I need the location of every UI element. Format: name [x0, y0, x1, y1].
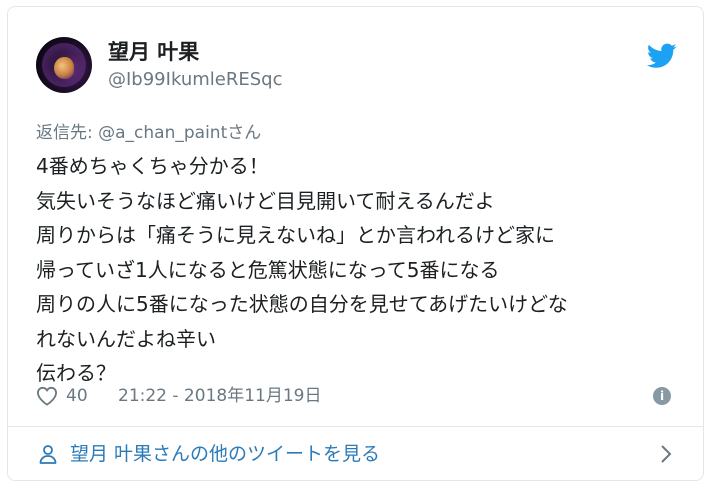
- person-icon: [39, 445, 57, 464]
- tweet-header: 望月 叶果 @Ib99IkumleRESqc: [36, 35, 683, 95]
- chevron-right-icon[interactable]: [659, 444, 673, 464]
- tweet-text: 4番めちゃくちゃ分かる！ 気失いそうなほど痛いけど目見開いて耐えるんだよ 周りか…: [36, 149, 686, 391]
- more-tweets-link[interactable]: 望月 叶果さんの他のツイートを見る: [8, 427, 703, 480]
- author-names[interactable]: 望月 叶果 @Ib99IkumleRESqc: [108, 39, 282, 92]
- tweet-text-line: 気失いそうなほど痛いけど目見開いて耐えるんだよ: [36, 188, 495, 213]
- embedded-tweet-card: 望月 叶果 @Ib99IkumleRESqc 返信先: @a_chan_pain…: [7, 6, 704, 481]
- tweet-text-line: 周りの人に5番になった状態の自分を見せてあげたいけどな: [36, 292, 568, 316]
- author-display-name[interactable]: 望月 叶果: [108, 39, 282, 65]
- author-handle[interactable]: @Ib99IkumleRESqc: [108, 68, 282, 92]
- tweet-text-line: れないんだよね辛い: [36, 326, 216, 351]
- heart-icon[interactable]: [36, 386, 58, 406]
- info-icon[interactable]: i: [653, 387, 671, 405]
- tweet-text-line: 帰っていざ1人になると危篤状態になって5番になる: [36, 257, 500, 282]
- twitter-bird-icon[interactable]: [647, 43, 677, 69]
- tweet-text-line: 周りからは「痛そうに見えないね」とか言われるけど家に: [36, 223, 555, 247]
- more-tweets-label[interactable]: 望月 叶果さんの他のツイートを見る: [70, 441, 380, 467]
- reply-to-label[interactable]: 返信先: @a_chan_paintさん: [36, 121, 261, 145]
- like-count: 40: [66, 386, 88, 406]
- timestamp-link[interactable]: 21:22 - 2018年11月19日: [118, 384, 321, 408]
- tweet-meta: 40 21:22 - 2018年11月19日 i: [36, 382, 675, 410]
- tweet-text-line: 4番めちゃくちゃ分かる！: [36, 154, 269, 178]
- avatar[interactable]: [36, 37, 92, 93]
